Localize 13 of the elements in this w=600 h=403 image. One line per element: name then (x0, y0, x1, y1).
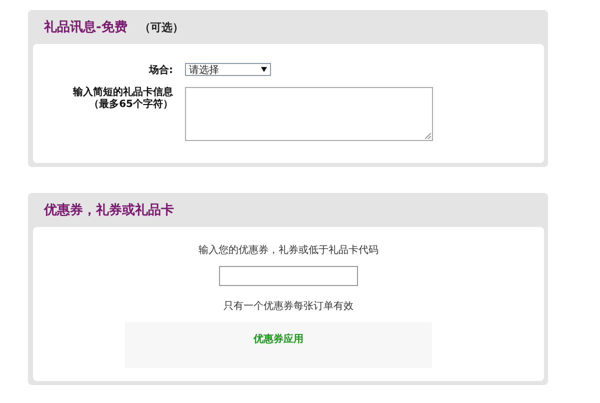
panel-title: 优惠券，礼券或礼品卡 (44, 202, 174, 219)
occasion-select[interactable]: 请选择 (185, 63, 271, 76)
panel-title: 礼品讯息-免费 (44, 18, 128, 36)
coupon-note: 只有一个优惠券每张订单有效 (224, 300, 354, 313)
message-label: 输入简短的礼品卡信息 (73, 87, 173, 98)
occasion-label: 场合: (149, 64, 173, 78)
caret-icon (261, 67, 267, 72)
resize-grip-icon (425, 133, 431, 139)
coupon-code-field[interactable] (219, 266, 358, 286)
optional-label: （可选） (139, 20, 184, 34)
coupon-prompt: 输入您的优惠券，礼券或低于礼品卡代码 (198, 244, 378, 257)
message-hint: （最多65个字符） (89, 99, 173, 111)
message-field[interactable] (185, 87, 433, 141)
